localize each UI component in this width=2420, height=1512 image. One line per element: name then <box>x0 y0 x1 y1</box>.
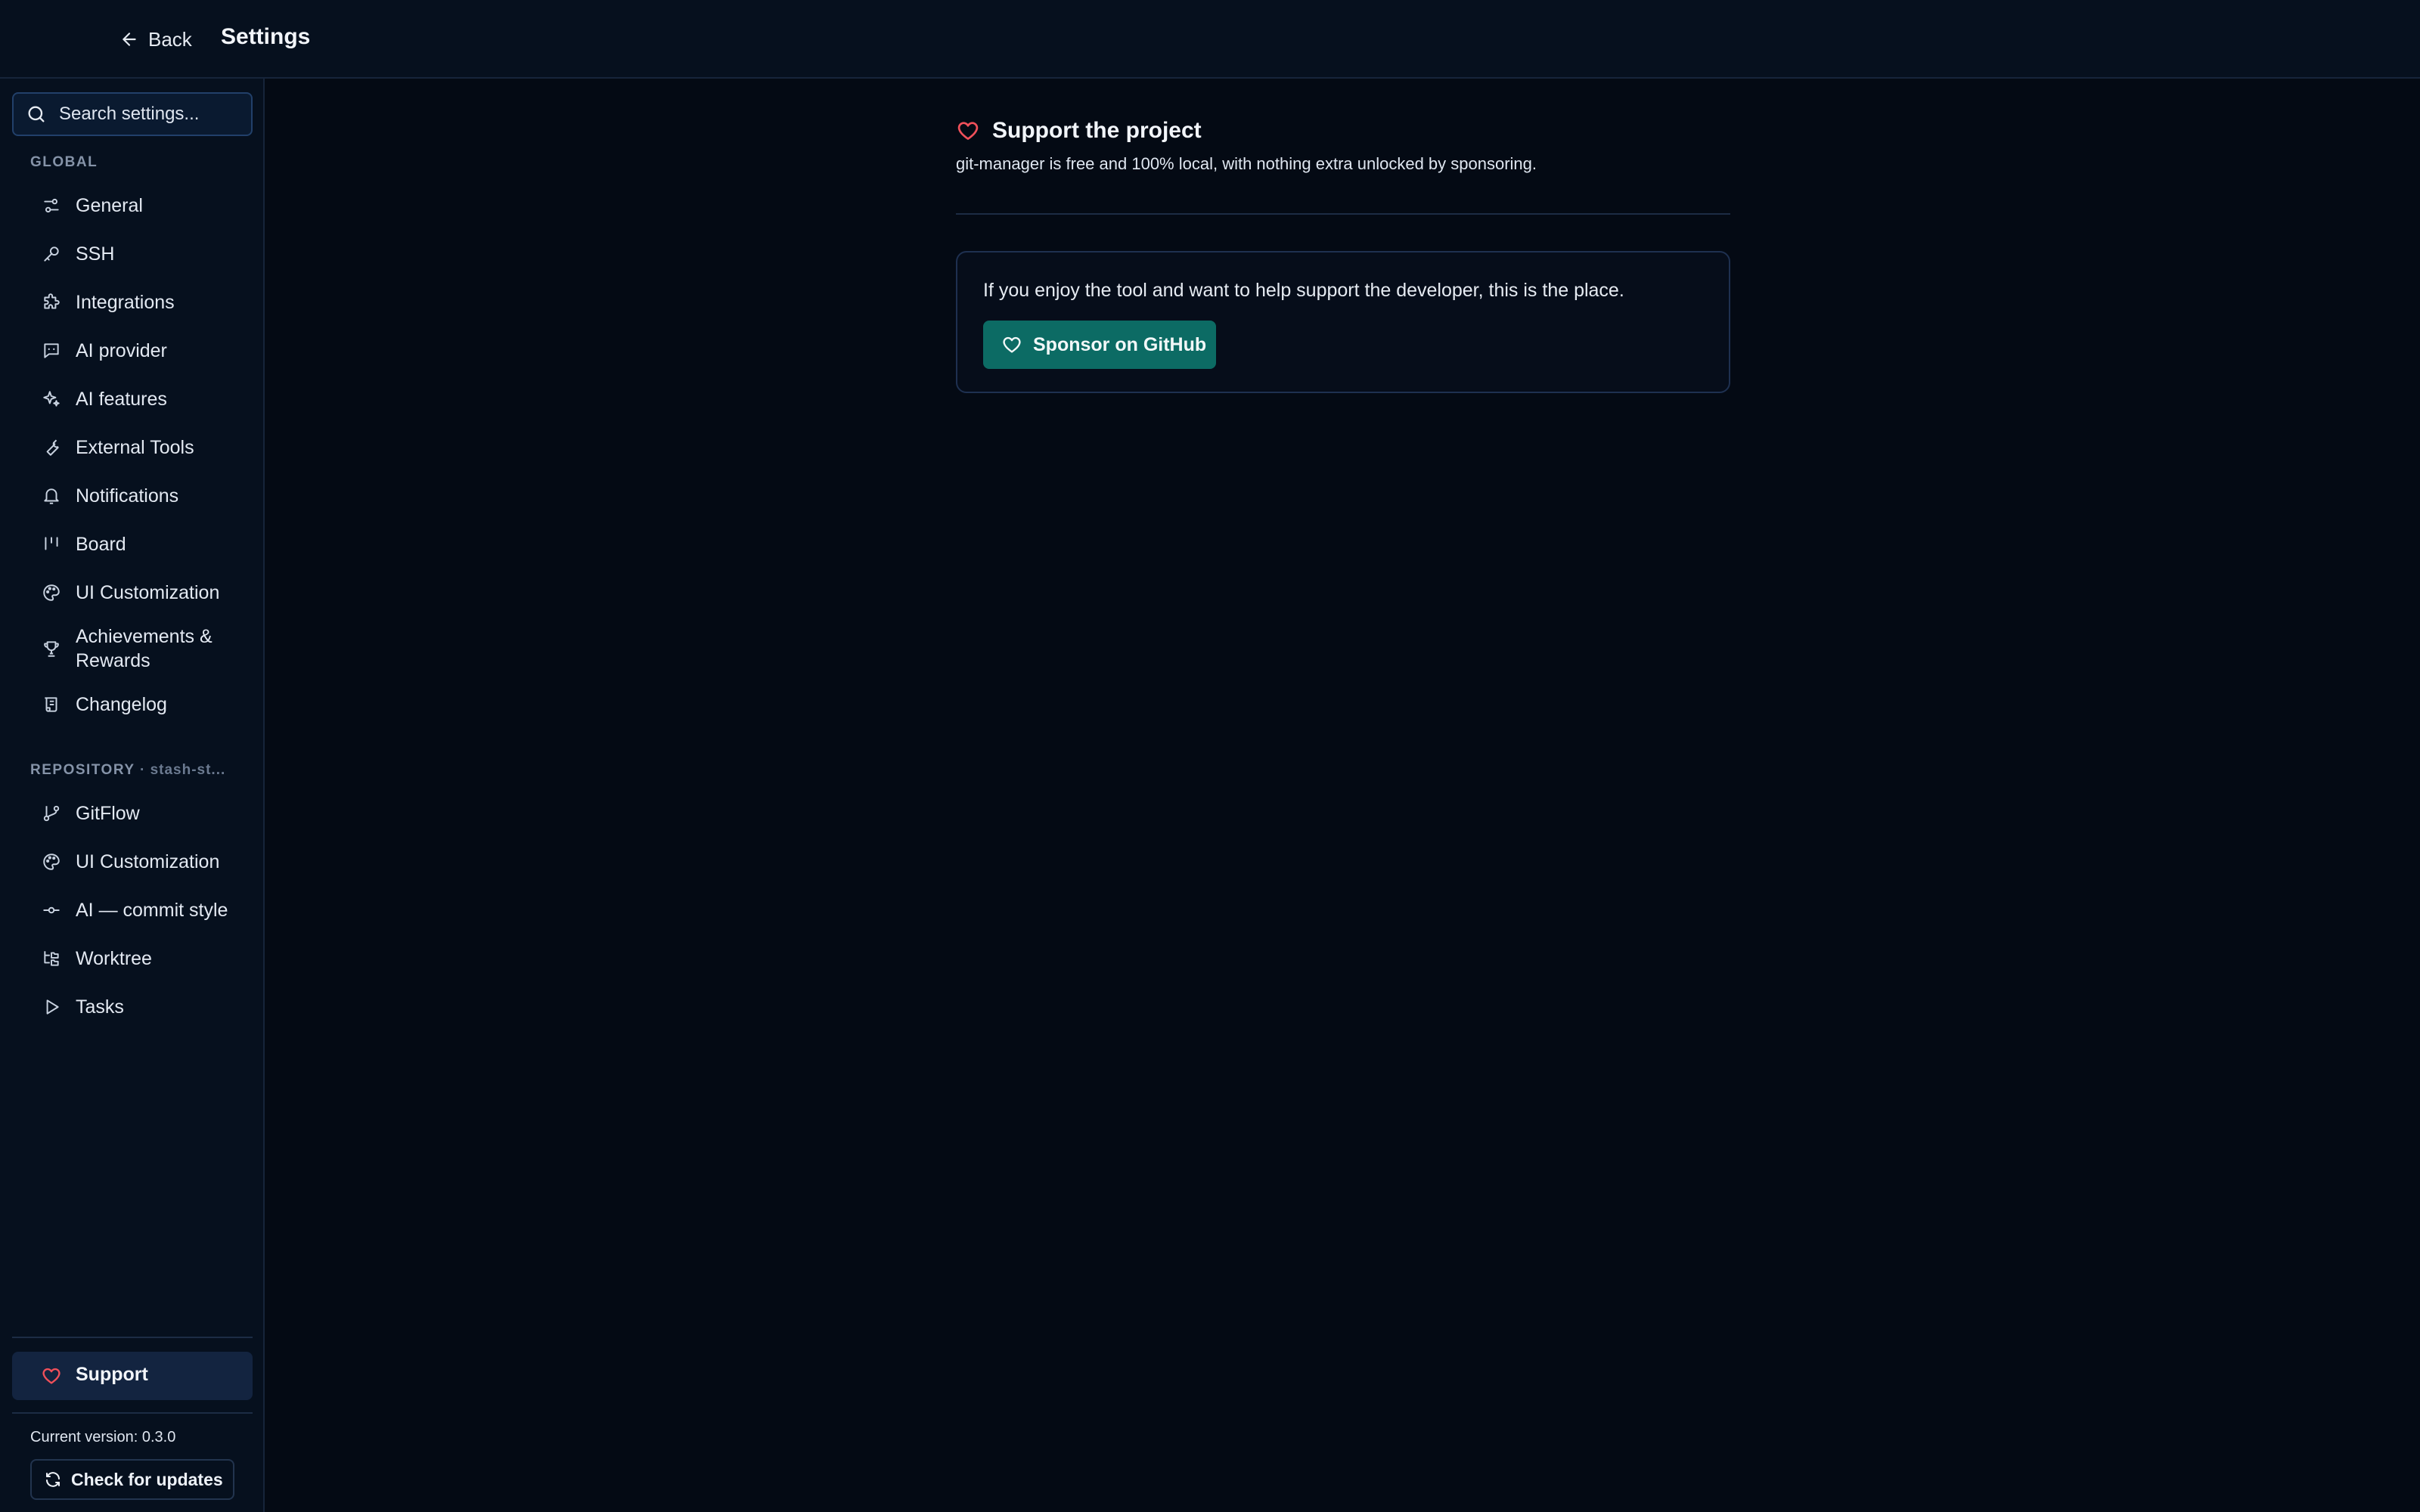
sidebar-item-ai-commit-style[interactable]: AI — commit style <box>12 889 253 931</box>
section-title: Support the project <box>992 118 1202 143</box>
folder-tree-icon <box>41 948 62 969</box>
section-divider <box>956 213 1730 215</box>
sponsor-card: If you enjoy the tool and want to help s… <box>956 251 1730 393</box>
sidebar-item-label: AI provider <box>76 340 167 361</box>
search-icon <box>28 106 45 122</box>
sidebar: GLOBAL General SSH Integrations AI provi… <box>0 79 265 1512</box>
git-commit-icon <box>41 900 62 921</box>
sidebar-item-changelog[interactable]: Changelog <box>12 683 253 726</box>
section-header: Support the project <box>956 118 1202 144</box>
bell-icon <box>41 485 62 507</box>
sidebar-item-ui-customization[interactable]: UI Customization <box>12 572 253 614</box>
sidebar-item-support[interactable]: Support <box>12 1352 253 1400</box>
search-box[interactable] <box>12 92 253 136</box>
sidebar-item-label: SSH <box>76 243 115 265</box>
sidebar-item-worktree[interactable]: Worktree <box>12 937 253 980</box>
sponsor-github-button[interactable]: Sponsor on GitHub <box>983 321 1216 369</box>
global-section-label: GLOBAL <box>30 154 98 170</box>
wrench-icon <box>41 437 62 458</box>
sidebar-item-achievements[interactable]: Achievements & Rewards <box>12 620 253 677</box>
sponsor-card-text: If you enjoy the tool and want to help s… <box>983 280 1624 301</box>
sidebar-item-label: Tasks <box>76 996 124 1018</box>
sidebar-item-label: UI Customization <box>76 582 220 603</box>
sidebar-item-label: GitFlow <box>76 803 140 824</box>
sidebar-item-board[interactable]: Board <box>12 523 253 565</box>
check-updates-button[interactable]: Check for updates <box>30 1459 234 1500</box>
repository-section-label: REPOSITORY · stash-st... <box>30 762 225 779</box>
top-bar: Back Settings <box>0 0 2420 79</box>
repository-label: REPOSITORY <box>30 762 135 778</box>
back-label: Back <box>148 27 192 51</box>
sidebar-item-label: UI Customization <box>76 851 220 872</box>
page-title: Settings <box>221 24 311 49</box>
sidebar-item-ai-provider[interactable]: AI provider <box>12 330 253 372</box>
version-text: Current version: 0.3.0 <box>30 1429 176 1445</box>
sidebar-divider <box>12 1337 253 1338</box>
sidebar-item-ssh[interactable]: SSH <box>12 233 253 275</box>
heart-icon <box>957 122 979 140</box>
check-updates-label: Check for updates <box>71 1469 223 1489</box>
trophy-icon <box>41 638 62 659</box>
kanban-icon <box>41 534 62 555</box>
sidebar-item-label: AI features <box>76 389 167 410</box>
sidebar-item-ai-features[interactable]: AI features <box>12 378 253 420</box>
sidebar-item-external-tools[interactable]: External Tools <box>12 426 253 469</box>
play-icon <box>41 996 62 1018</box>
sidebar-item-general[interactable]: General <box>12 184 253 227</box>
sidebar-item-label: Worktree <box>76 948 152 969</box>
sparkles-icon <box>41 389 62 410</box>
key-icon <box>41 243 62 265</box>
arrow-left-icon <box>123 33 136 46</box>
sidebar-item-integrations[interactable]: Integrations <box>12 281 253 324</box>
palette-icon <box>41 582 62 603</box>
sidebar-item-repo-ui-customization[interactable]: UI Customization <box>12 841 253 883</box>
heart-icon <box>42 1368 60 1384</box>
scroll-icon <box>41 694 62 715</box>
message-bot-icon <box>41 340 62 361</box>
repository-name: · stash-st... <box>139 762 226 778</box>
sidebar-item-label: Integrations <box>76 292 175 313</box>
sidebar-item-label: Changelog <box>76 694 167 715</box>
section-description: git-manager is free and 100% local, with… <box>956 154 1537 173</box>
back-button[interactable]: Back <box>119 26 192 53</box>
sidebar-item-label: AI — commit style <box>76 900 228 921</box>
sidebar-item-label: Achievements & Rewards <box>76 626 213 671</box>
heart-icon <box>1003 336 1021 353</box>
sponsor-button-label: Sponsor on GitHub <box>1033 333 1207 355</box>
search-input[interactable] <box>59 104 240 125</box>
sidebar-item-label: External Tools <box>76 437 194 458</box>
sidebar-item-label: General <box>76 195 143 216</box>
sidebar-item-notifications[interactable]: Notifications <box>12 475 253 517</box>
git-branch-icon <box>41 803 62 824</box>
palette-icon <box>41 851 62 872</box>
puzzle-icon <box>41 292 62 313</box>
sidebar-item-tasks[interactable]: Tasks <box>12 986 253 1028</box>
sidebar-item-label: Board <box>76 534 126 555</box>
sidebar-item-gitflow[interactable]: GitFlow <box>12 792 253 835</box>
sidebar-item-label: Notifications <box>76 485 179 507</box>
sidebar-item-label: Support <box>76 1364 148 1385</box>
refresh-icon <box>46 1472 60 1487</box>
sliders-icon <box>41 195 62 216</box>
sidebar-divider <box>12 1412 253 1414</box>
